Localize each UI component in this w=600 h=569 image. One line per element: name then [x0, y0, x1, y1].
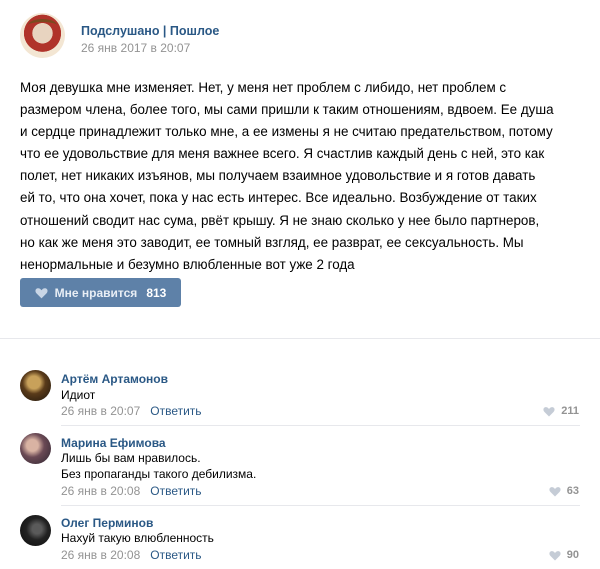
- like-label: Мне нравится: [54, 285, 138, 300]
- like-button[interactable]: Мне нравится 813: [20, 278, 181, 307]
- reply-link[interactable]: Ответить: [150, 548, 201, 562]
- comment-text: Лишь бы вам нравилось. Без пропаганды та…: [61, 450, 256, 482]
- post-author[interactable]: Подслушано | Пошлое: [81, 24, 219, 38]
- post-text: Моя девушка мне изменяет. Нет, у меня не…: [20, 77, 585, 276]
- post-text-line: что ее удовольствие для меня важнее всег…: [20, 146, 545, 162]
- comment-like-count: 90: [566, 549, 579, 561]
- heart-icon: [35, 287, 48, 298]
- divider: [0, 338, 600, 339]
- comment-date[interactable]: 26 янв в 20:08: [61, 548, 140, 562]
- comment-author[interactable]: Олег Перминов: [61, 516, 153, 530]
- comment-like-count: 211: [561, 405, 579, 417]
- post-text-line: отношений сводит нас сума, рвёт крышу. Я…: [20, 212, 540, 228]
- avatar[interactable]: [20, 433, 51, 464]
- avatar[interactable]: [20, 370, 51, 401]
- post-text-line: ей то, что она хочет, пока у нас есть ин…: [20, 190, 537, 206]
- heart-icon: [543, 406, 555, 416]
- divider: [61, 425, 580, 426]
- comment-like-count: 63: [566, 485, 579, 497]
- comment-like[interactable]: 211: [543, 405, 579, 417]
- avatar[interactable]: [20, 515, 51, 546]
- heart-icon: [549, 486, 561, 496]
- post-text-line: и сердце принадлежит только мне, а ее из…: [20, 124, 553, 140]
- comment-date[interactable]: 26 янв в 20:07: [61, 404, 140, 418]
- comment-text-line: Нахуй такую влюбленность: [61, 531, 214, 545]
- comment-author[interactable]: Артём Артамонов: [61, 372, 168, 386]
- reply-link[interactable]: Ответить: [150, 484, 201, 498]
- post-text-line: Моя девушка мне изменяет. Нет, у меня не…: [20, 80, 507, 95]
- comment-author[interactable]: Марина Ефимова: [61, 436, 166, 450]
- comment-like[interactable]: 90: [549, 549, 579, 561]
- comment-text: Нахуй такую влюбленность: [61, 530, 214, 546]
- comment-like[interactable]: 63: [549, 485, 579, 497]
- comment-meta: 26 янв в 20:08 Ответить: [61, 484, 202, 498]
- post-date[interactable]: 26 янв 2017 в 20:07: [81, 41, 190, 55]
- comment-meta: 26 янв в 20:08 Ответить: [61, 548, 202, 562]
- heart-icon: [549, 550, 561, 560]
- like-count: 813: [146, 285, 167, 300]
- comment-date[interactable]: 26 янв в 20:08: [61, 484, 140, 498]
- post-text-line: полет, нет никаких изъянов, мы получаем …: [20, 168, 536, 184]
- comment-text: Идиот: [61, 387, 95, 403]
- reply-link[interactable]: Ответить: [150, 404, 201, 418]
- comment-text-line: Лишь бы вам нравилось.: [61, 451, 201, 465]
- post-text-line: размером члена, более того, мы сами приш…: [20, 102, 554, 118]
- comment-text-line: Идиот: [61, 388, 96, 402]
- comment-text-line: Без пропаганды такого дебилизма.: [61, 467, 257, 481]
- community-avatar[interactable]: [20, 13, 65, 58]
- post-text-line: но как же меня это заводит, ее томный вз…: [20, 234, 524, 250]
- comment-meta: 26 янв в 20:07 Ответить: [61, 404, 202, 418]
- post-text-line: ненормальные и безумно влюбленные вот уж…: [20, 256, 355, 272]
- divider: [61, 505, 580, 506]
